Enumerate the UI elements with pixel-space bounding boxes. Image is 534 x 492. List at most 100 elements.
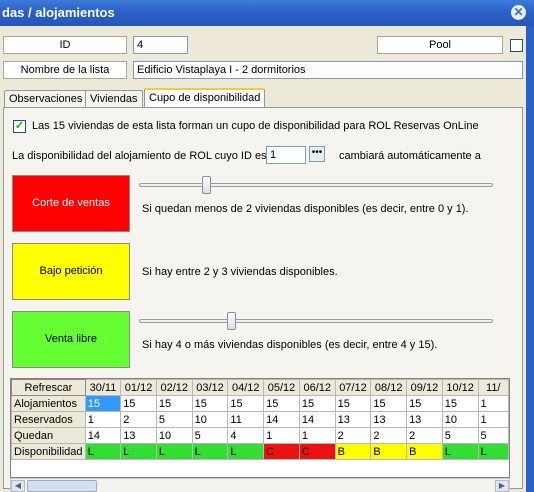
cupo-checkbox[interactable]: ✓	[13, 120, 26, 133]
grid-cell[interactable]: 15	[84, 395, 122, 412]
venta-libre-slider-thumb[interactable]	[227, 312, 237, 330]
grid-cell[interactable]: 1	[263, 427, 300, 444]
grid-cell[interactable]: 10	[441, 411, 479, 428]
grid-cell[interactable]: L	[227, 443, 265, 460]
bajo-peticion-color-box[interactable]: Bajo petición	[12, 243, 130, 300]
close-icon[interactable]: ✕	[511, 5, 526, 20]
grid-cell[interactable]: 15	[298, 395, 336, 412]
grid-cell[interactable]: B	[334, 443, 372, 460]
refresh-button[interactable]: Refrescar	[11, 379, 86, 396]
grid-cell[interactable]: C	[298, 443, 336, 460]
grid-cell[interactable]: 15	[155, 395, 193, 412]
date-header: 07/12	[334, 379, 372, 396]
row-header: Disponibilidad	[11, 443, 86, 460]
date-header: 03/12	[191, 379, 229, 396]
grid-cell[interactable]: 15	[263, 395, 300, 412]
table-row: Reservados 1 2 5 10 11 14 14 13 13 13 10 1	[11, 411, 509, 428]
window-title: das / alojamientos	[2, 5, 115, 20]
grid-cell[interactable]: 13	[406, 411, 443, 428]
name-label: Nombre de la lista	[3, 61, 127, 79]
grid-horizontal-scrollbar[interactable]: ◀ ▶	[10, 478, 510, 492]
pool-label: Pool	[377, 36, 503, 54]
grid-cell[interactable]: 5	[441, 427, 479, 444]
date-header: 01/12	[120, 379, 157, 396]
rol-id-field[interactable]: 1	[266, 146, 306, 164]
grid-cell[interactable]: 13	[120, 427, 157, 444]
disponibilidad-prefix: La disponibilidad del alojamiento de ROL…	[12, 150, 267, 162]
grid-cell[interactable]: 15	[370, 395, 408, 412]
grid-cell[interactable]: 1	[298, 427, 336, 444]
grid-cell[interactable]: 13	[334, 411, 372, 428]
grid-cell[interactable]: 14	[298, 411, 336, 428]
title-bar: das / alojamientos ✕	[0, 0, 534, 26]
grid-cell[interactable]: 5	[155, 411, 193, 428]
venta-libre-slider-track[interactable]	[139, 319, 493, 323]
row-header: Reservados	[11, 411, 86, 428]
disponibilidad-suffix: cambiará automáticamente a	[339, 150, 481, 162]
tab-observaciones[interactable]: Observaciones	[4, 90, 88, 107]
date-header: 09/12	[406, 379, 443, 396]
rol-id-browse-button[interactable]: •••	[309, 146, 325, 162]
grid-cell[interactable]: 2	[120, 411, 157, 428]
grid-cell[interactable]: 15	[191, 395, 229, 412]
grid-cell[interactable]: 4	[227, 427, 265, 444]
grid-cell[interactable]: 13	[370, 411, 408, 428]
scroll-thumb[interactable]	[27, 480, 97, 492]
grid-cell[interactable]: 15	[334, 395, 372, 412]
grid-cell[interactable]: 1	[477, 411, 509, 428]
grid-cell[interactable]: 2	[334, 427, 372, 444]
grid-cell[interactable]: L	[477, 443, 509, 460]
grid-cell[interactable]: C	[263, 443, 300, 460]
grid-cell[interactable]: 5	[477, 427, 509, 444]
grid-cell[interactable]: 15	[227, 395, 265, 412]
date-header: 11/	[477, 379, 509, 396]
date-header: 30/11	[84, 379, 122, 396]
grid-cell[interactable]: 11	[227, 411, 265, 428]
scroll-left-icon[interactable]: ◀	[11, 480, 25, 492]
grid-cell[interactable]: B	[370, 443, 408, 460]
corte-ventas-color-box[interactable]: Corte de ventas	[12, 175, 130, 232]
window-client: ID 4 Pool Nombre de la lista Edificio Vi…	[0, 26, 526, 492]
tab-viviendas[interactable]: Viviendas	[85, 90, 143, 107]
grid-cell[interactable]: 1	[84, 411, 122, 428]
grid-cell[interactable]: 15	[406, 395, 443, 412]
bajo-peticion-description: Si hay entre 2 y 3 viviendas disponibles…	[142, 266, 338, 278]
scroll-right-icon[interactable]: ▶	[495, 480, 509, 492]
grid-cell[interactable]: L	[191, 443, 229, 460]
grid-cell[interactable]: L	[155, 443, 193, 460]
grid-cell[interactable]: 14	[84, 427, 122, 444]
window-border	[526, 26, 534, 492]
date-header: 05/12	[263, 379, 300, 396]
pool-checkbox[interactable]	[510, 39, 523, 52]
grid-cell[interactable]: 5	[191, 427, 229, 444]
corte-ventas-slider-thumb[interactable]	[202, 176, 212, 194]
grid-cell[interactable]: L	[84, 443, 122, 460]
date-header: 06/12	[298, 379, 336, 396]
name-field[interactable]: Edificio Vistaplaya I - 2 dormitorios	[133, 61, 523, 79]
grid-cell[interactable]: 2	[406, 427, 443, 444]
grid-cell[interactable]: L	[441, 443, 479, 460]
grid-cell[interactable]: L	[120, 443, 157, 460]
date-header: 08/12	[370, 379, 408, 396]
tab-cupo-disponibilidad[interactable]: Cupo de disponibilidad	[144, 88, 266, 108]
table-row: Alojamientos 15 15 15 15 15 15 15 15 15 15 15 1	[11, 395, 509, 412]
id-field[interactable]: 4	[133, 36, 188, 54]
grid-cell[interactable]: 15	[120, 395, 157, 412]
row-header: Quedan	[11, 427, 86, 444]
cupo-checkbox-label: Las 15 viviendas de esta lista forman un…	[32, 120, 479, 132]
grid-cell[interactable]: 1	[477, 395, 509, 412]
corte-ventas-slider-track[interactable]	[139, 183, 493, 187]
id-label: ID	[3, 36, 127, 54]
grid-cell[interactable]: 14	[263, 411, 300, 428]
row-header: Alojamientos	[11, 395, 86, 412]
grid-cell[interactable]: 15	[441, 395, 479, 412]
grid-cell[interactable]: B	[406, 443, 443, 460]
date-header: 10/12	[441, 379, 479, 396]
venta-libre-color-box[interactable]: Venta libre	[12, 311, 130, 368]
grid-cell[interactable]: 10	[155, 427, 193, 444]
table-row: Disponibilidad L L L L L C C B B B L L	[11, 443, 509, 460]
grid-cell[interactable]: 2	[370, 427, 408, 444]
availability-table: Refrescar 30/11 01/12 02/12 03/12 04/12 05/12 0…	[11, 379, 509, 460]
availability-grid: Refrescar 30/11 01/12 02/12 03/12 04/12 05/12 0…	[10, 378, 510, 478]
grid-cell[interactable]: 10	[191, 411, 229, 428]
